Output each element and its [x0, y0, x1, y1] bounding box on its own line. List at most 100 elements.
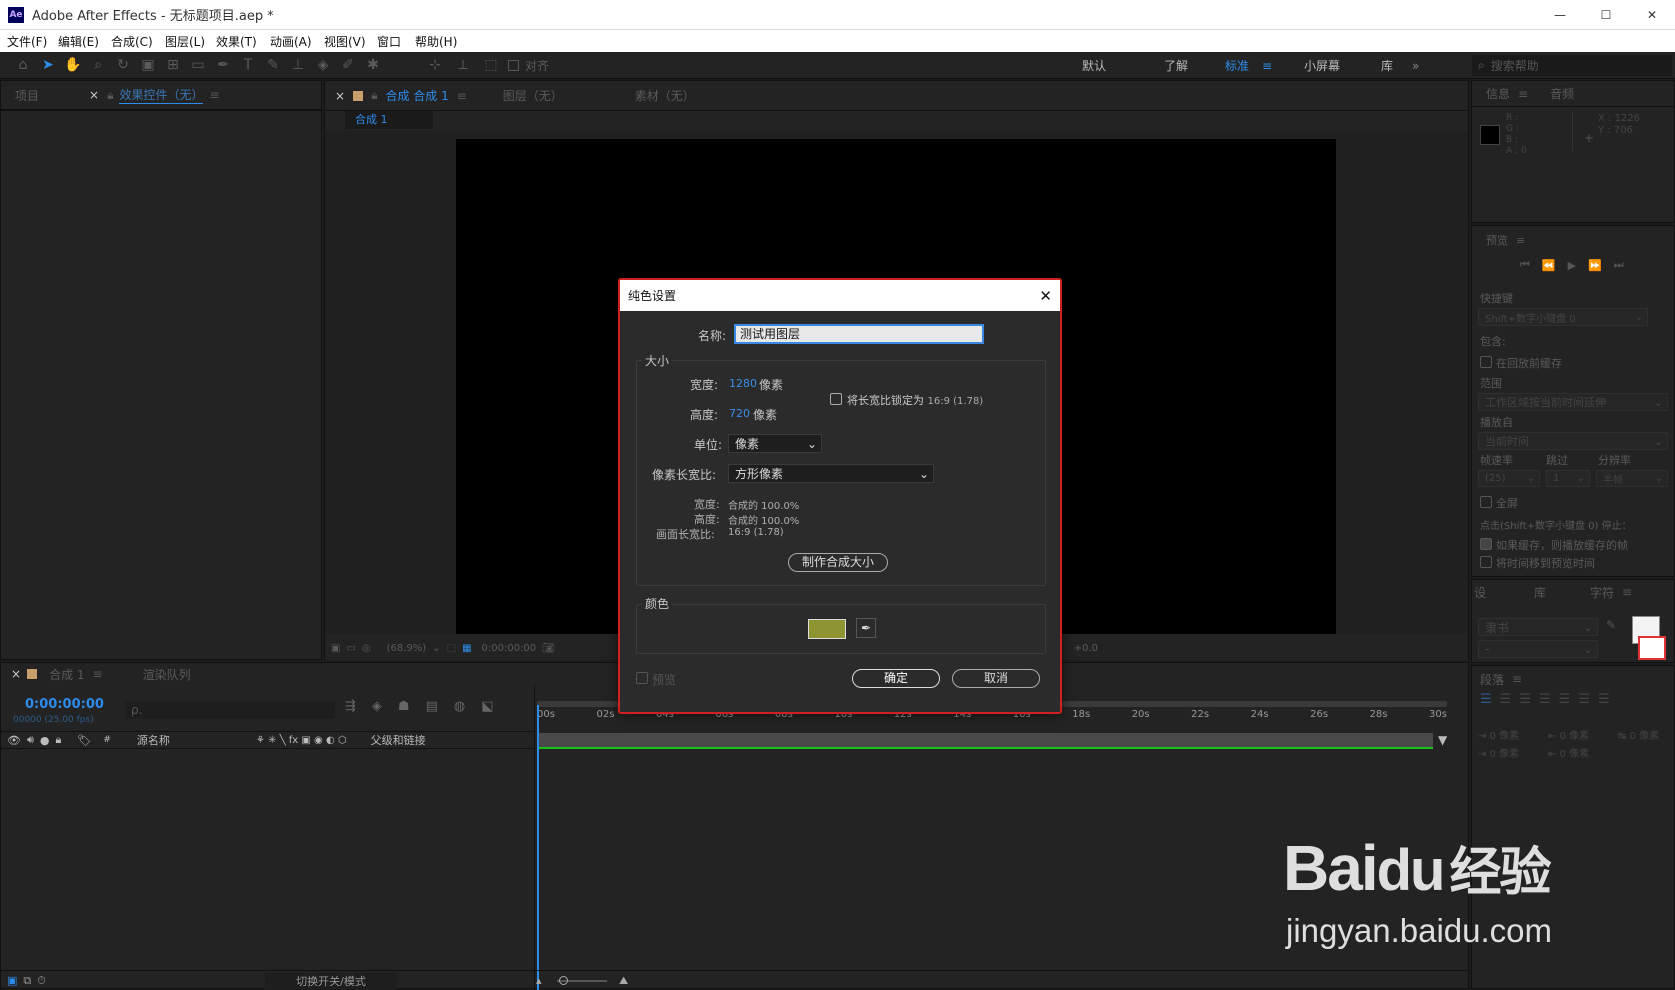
transfer-controls-icon[interactable]: ⧉	[23, 974, 31, 988]
tab-align[interactable]: 设	[1474, 584, 1486, 601]
roto-brush-icon[interactable]: ✐	[337, 54, 359, 76]
view-axis-icon[interactable]: ⬚	[480, 54, 502, 76]
resolution-select[interactable]: 半帧 ⌄	[1596, 470, 1668, 487]
shortcut-select[interactable]: Shift+数字小键盘 0 ⌄	[1478, 308, 1648, 326]
snapshot-icon[interactable]: 📷︎	[542, 643, 555, 654]
indent-left[interactable]: 0 像素	[1490, 731, 1520, 742]
axis-icon[interactable]: ⊹	[424, 54, 446, 76]
menu-edit[interactable]: 编辑(E)	[58, 33, 111, 50]
menu-composition[interactable]: 合成(C)	[111, 33, 165, 50]
clone-stamp-icon[interactable]: ⊥	[287, 54, 309, 76]
playhead[interactable]	[537, 705, 539, 990]
fullscreen-checkbox[interactable]	[1480, 496, 1492, 508]
chevron-down-icon[interactable]: ⌄	[432, 643, 440, 654]
brush-tool-icon[interactable]: ✎	[262, 54, 284, 76]
solid-color-swatch[interactable]	[808, 619, 846, 639]
align-left-icon[interactable]: ☰	[1480, 692, 1492, 707]
close-tab-icon[interactable]: ×	[89, 88, 99, 102]
menu-window[interactable]: 窗口	[377, 33, 415, 50]
justify-right-icon[interactable]: ☰	[1578, 692, 1590, 707]
tab-character[interactable]: 字符	[1590, 584, 1614, 601]
selection-tool-icon[interactable]: ➤	[37, 54, 59, 76]
grid-icon[interactable]: ▣	[331, 643, 340, 654]
height-value[interactable]: 720	[729, 407, 750, 420]
mask-icon[interactable]: ◎	[362, 643, 371, 654]
comp-mini-flowchart-icon[interactable]: ⇶	[345, 699, 356, 714]
justify-left-icon[interactable]: ☰	[1539, 692, 1551, 707]
eraser-tool-icon[interactable]: ◈	[312, 54, 334, 76]
range-select[interactable]: 工作区域按当前时间延伸 ⌄	[1478, 393, 1668, 411]
skip-select[interactable]: 1 ⌄	[1546, 470, 1590, 487]
pen-tool-icon[interactable]: ✒	[212, 54, 234, 76]
menu-file[interactable]: 文件(F)	[7, 33, 58, 50]
indent-right[interactable]: 0 像素	[1560, 731, 1590, 742]
width-value[interactable]: 1280	[729, 377, 757, 390]
next-frame-icon[interactable]: ⏩	[1588, 259, 1602, 272]
motion-blur-icon[interactable]: ◍	[454, 699, 465, 714]
layer-switches-icon[interactable]: ▣	[7, 974, 17, 987]
home-icon[interactable]: ⌂	[12, 54, 34, 76]
align-right-icon[interactable]: ☰	[1519, 692, 1531, 707]
rectangle-tool-icon[interactable]: ▭	[187, 54, 209, 76]
justify-all-icon[interactable]: ☰	[1598, 692, 1610, 707]
column-source-name[interactable]: 源名称	[137, 732, 170, 748]
tab-info[interactable]: 信息	[1486, 85, 1510, 102]
transparency-icon[interactable]: ▦	[462, 643, 471, 654]
panel-menu-icon[interactable]: ≡	[1518, 87, 1528, 101]
align-center-icon[interactable]: ☰	[1500, 692, 1512, 707]
menu-layer[interactable]: 图层(L)	[165, 33, 216, 50]
close-icon[interactable]: ✕	[1039, 287, 1052, 305]
zoom-tool-icon[interactable]: ⌕	[87, 54, 109, 76]
units-select[interactable]: 像素 ⌄	[728, 434, 822, 453]
space-before[interactable]: 0 像素	[1490, 749, 1520, 760]
solo-icon[interactable]: ●	[40, 734, 50, 747]
type-tool-icon[interactable]: T	[237, 54, 259, 76]
workspace-standard[interactable]: 标准	[1212, 57, 1262, 74]
column-parent-link[interactable]: 父级和链接	[371, 732, 426, 748]
workspace-default[interactable]: 默认	[1048, 57, 1140, 74]
first-line-indent[interactable]: 0 像素	[1630, 731, 1660, 742]
tab-timeline-comp[interactable]: 合成 1	[49, 666, 84, 683]
panel-menu-icon[interactable]: ≡	[1516, 234, 1525, 247]
workspace-menu-icon[interactable]: ≡	[1262, 59, 1282, 73]
close-window-button[interactable]: ✕	[1629, 8, 1675, 22]
workspace-more-icon[interactable]: »	[1412, 59, 1432, 73]
current-time-field[interactable]: 0:00:00:00	[482, 643, 537, 654]
maximize-button[interactable]: ☐	[1583, 8, 1629, 22]
tab-libraries[interactable]: 库	[1534, 584, 1546, 601]
stroke-color-swatch[interactable]	[1638, 636, 1666, 660]
play-from-select[interactable]: 当前时间 ⌄	[1478, 432, 1668, 450]
tab-audio[interactable]: 音频	[1550, 85, 1574, 102]
timecode[interactable]: 0:00:00:00	[25, 697, 104, 712]
pixel-aspect-select[interactable]: 方形像素 ⌄	[728, 464, 934, 483]
name-input[interactable]: 测试用图层	[734, 324, 984, 344]
zoom-level[interactable]: (68.9%)	[387, 643, 427, 654]
shy-layers-icon[interactable]: ☗	[398, 699, 410, 714]
move-time-checkbox[interactable]	[1480, 556, 1492, 568]
offset-field[interactable]: +0.0	[1074, 643, 1098, 654]
eyedropper-icon[interactable]: ✒	[856, 618, 876, 638]
hand-tool-icon[interactable]: ✋	[62, 54, 84, 76]
justify-center-icon[interactable]: ☰	[1559, 692, 1571, 707]
puppet-pin-icon[interactable]: ✱	[362, 54, 384, 76]
panel-menu-icon[interactable]: ≡	[209, 88, 219, 102]
camera-tool-icon[interactable]: ▣	[137, 54, 159, 76]
panel-menu-icon[interactable]: ≡	[1622, 585, 1632, 599]
cancel-button[interactable]: 取消	[952, 669, 1040, 688]
preview-checkbox[interactable]	[636, 672, 648, 684]
tab-footage[interactable]: 素材（无）	[635, 87, 695, 104]
zoom-in-icon[interactable]: ⛰︎	[619, 974, 628, 988]
panel-menu-icon[interactable]: ≡	[1512, 672, 1522, 686]
workspace-library[interactable]: 库	[1362, 57, 1412, 74]
frame-blending-icon[interactable]: ▤	[426, 699, 438, 714]
tab-effect-controls[interactable]: 效果控件（无）	[119, 86, 204, 104]
close-tab-icon[interactable]: ×	[335, 89, 345, 103]
panel-menu-icon[interactable]: ≡	[457, 89, 467, 103]
tab-project[interactable]: 项目	[15, 87, 39, 104]
audio-icon[interactable]: 🔊︎	[27, 733, 34, 747]
tab-composition[interactable]: 合成 合成 1	[385, 87, 448, 104]
monitor-icon[interactable]: ▭	[346, 643, 355, 654]
menu-help[interactable]: 帮助(H)	[415, 33, 457, 50]
close-tab-icon[interactable]: ×	[11, 667, 21, 681]
region-icon[interactable]: ⬚	[447, 643, 456, 654]
